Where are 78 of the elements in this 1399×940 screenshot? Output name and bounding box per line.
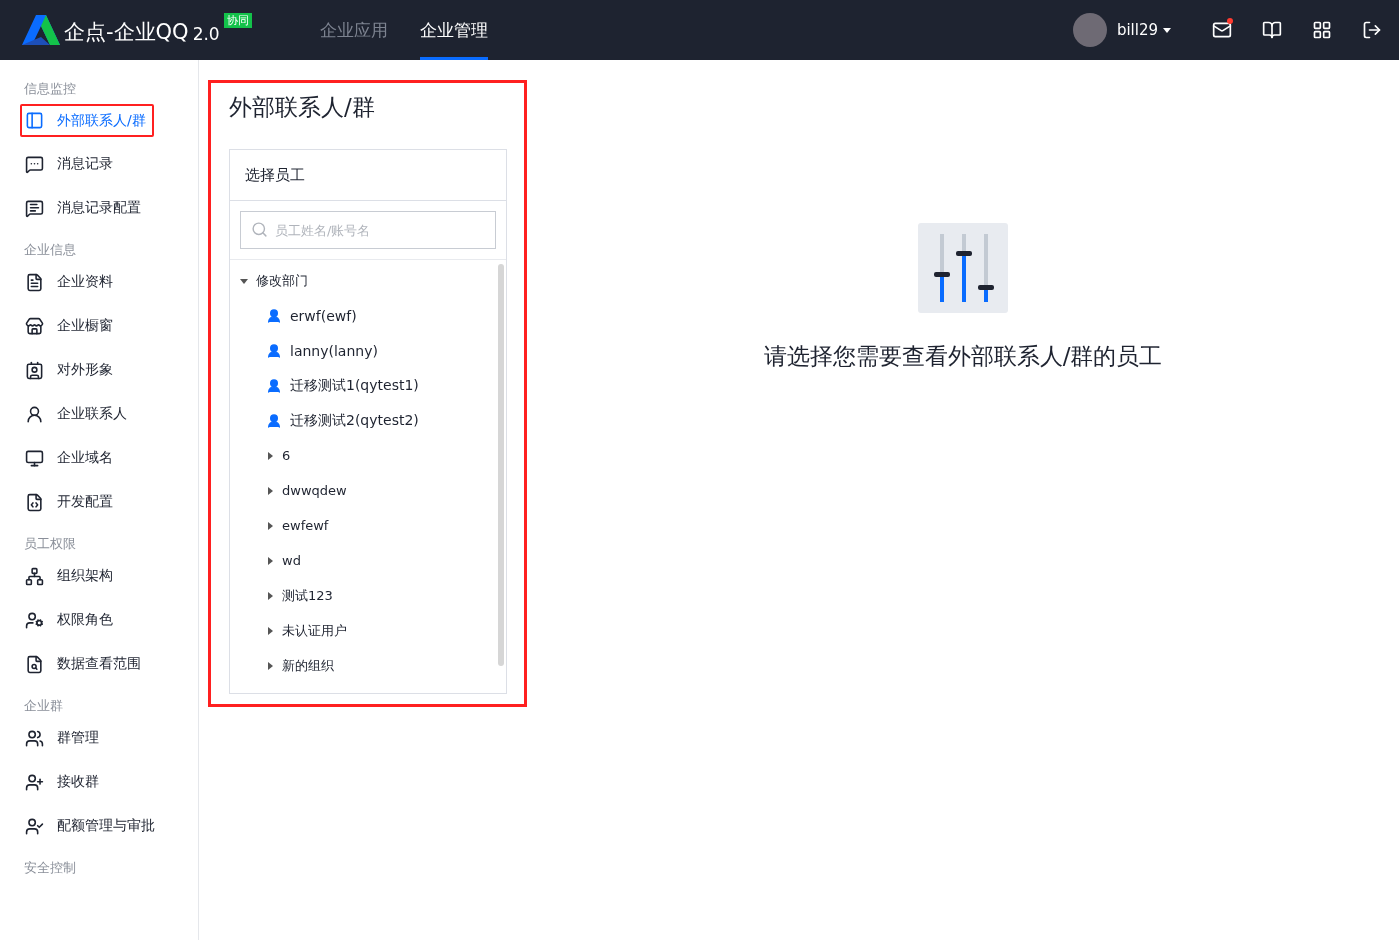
mail-icon[interactable] [1212, 20, 1232, 40]
book-icon[interactable] [1262, 20, 1282, 40]
edition-badge: 协同 [223, 13, 252, 28]
caret-icon[interactable] [266, 556, 274, 565]
logout-icon[interactable] [1362, 20, 1382, 40]
nav-tab[interactable]: 企业管理 [420, 0, 488, 60]
caret-icon[interactable] [266, 661, 274, 670]
employee-name[interactable]: lanny(lanny) [290, 342, 378, 359]
sidebar-item[interactable]: 企业橱窗 [20, 309, 121, 343]
sidebar-item[interactable]: 企业资料 [20, 265, 121, 299]
person-icon [266, 377, 282, 394]
panel-icon [25, 111, 44, 130]
search-field[interactable]: 员工姓名/账号名 [240, 211, 496, 249]
page-title: 外部联系人/群 [229, 93, 376, 122]
sidebar-item[interactable]: 权限角色 [20, 603, 121, 637]
product-name: 企点-企业QQ [64, 19, 189, 45]
sidebar-item[interactable]: 对外形象 [20, 353, 121, 387]
sidebar-item[interactable]: 企业联系人 [20, 397, 135, 431]
search-icon [251, 221, 268, 238]
person-icon [266, 342, 282, 359]
caret-icon[interactable] [266, 591, 274, 600]
caret-icon [1163, 27, 1171, 33]
card-title: 选择员工 [230, 150, 506, 201]
sidebar-item[interactable]: 消息记录配置 [20, 191, 149, 225]
employee-name[interactable]: 迁移测试1(qytest1) [290, 376, 419, 395]
document-icon [25, 272, 44, 292]
sidebar-item[interactable]: 配额管理与审批 [20, 809, 163, 843]
code-file-icon [25, 492, 44, 512]
person-icon [266, 412, 282, 429]
file-search-icon [25, 654, 44, 674]
sidebar-item[interactable]: 企业域名 [20, 441, 121, 475]
person-icon [25, 404, 44, 424]
department-name[interactable]: dwwqdew [282, 483, 347, 498]
sidebar-item[interactable]: 外部联系人/群 [20, 104, 154, 137]
sidebar-item[interactable]: 接收群 [20, 765, 107, 799]
logo-icon [22, 15, 60, 45]
employee-name[interactable]: 迁移测试2(qytest2) [290, 411, 419, 430]
employee-name[interactable]: erwf(ewf) [290, 307, 357, 324]
section-title: 员工权限 [24, 535, 77, 553]
hierarchy-icon [25, 566, 44, 586]
scrollbar[interactable] [498, 264, 504, 666]
monitor-icon [25, 448, 44, 468]
sidebar-item[interactable]: 数据查看范围 [20, 647, 149, 681]
sidebar-item[interactable]: 组织架构 [20, 559, 121, 593]
person-icon [266, 307, 282, 324]
sidebar-item[interactable]: 群管理 [20, 721, 107, 755]
version-label: 2.0 [192, 23, 220, 45]
sidebar-item[interactable]: 消息记录 [20, 147, 121, 181]
department-name[interactable]: wd [282, 553, 301, 568]
section-title: 企业信息 [24, 241, 77, 259]
caret-icon[interactable] [240, 276, 248, 285]
caret-icon[interactable] [266, 626, 274, 635]
user-menu[interactable]: bill29 [1116, 21, 1171, 39]
avatar[interactable] [1072, 13, 1107, 47]
caret-icon[interactable] [266, 451, 274, 460]
department-name[interactable]: ewfewf [282, 518, 329, 533]
store-icon [25, 316, 44, 336]
message-icon [25, 198, 44, 218]
department-name[interactable]: 6 [282, 448, 291, 463]
nav-tab[interactable]: 企业应用 [320, 0, 388, 60]
users-icon [25, 728, 44, 748]
contact-card-icon [25, 360, 44, 380]
caret-icon[interactable] [266, 521, 274, 530]
department-name[interactable]: 修改部门 [256, 271, 308, 290]
user-plus-icon [25, 772, 44, 792]
sidebar-item[interactable]: 开发配置 [20, 485, 121, 519]
grid-icon[interactable] [1312, 20, 1332, 40]
department-name[interactable]: 未认证用户 [282, 621, 347, 640]
section-title: 安全控制 [24, 859, 77, 877]
empty-state-message: 请选择您需要查看外部联系人/群的员工 [763, 342, 1163, 371]
department-name[interactable]: 测试123 [282, 586, 333, 605]
department-name[interactable]: 新的组织 [282, 656, 334, 675]
user-check-icon [25, 816, 44, 836]
user-gear-icon [25, 610, 44, 630]
caret-icon[interactable] [266, 486, 274, 495]
section-title: 信息监控 [24, 80, 77, 98]
section-title: 企业群 [24, 697, 64, 715]
message-icon [25, 154, 44, 174]
